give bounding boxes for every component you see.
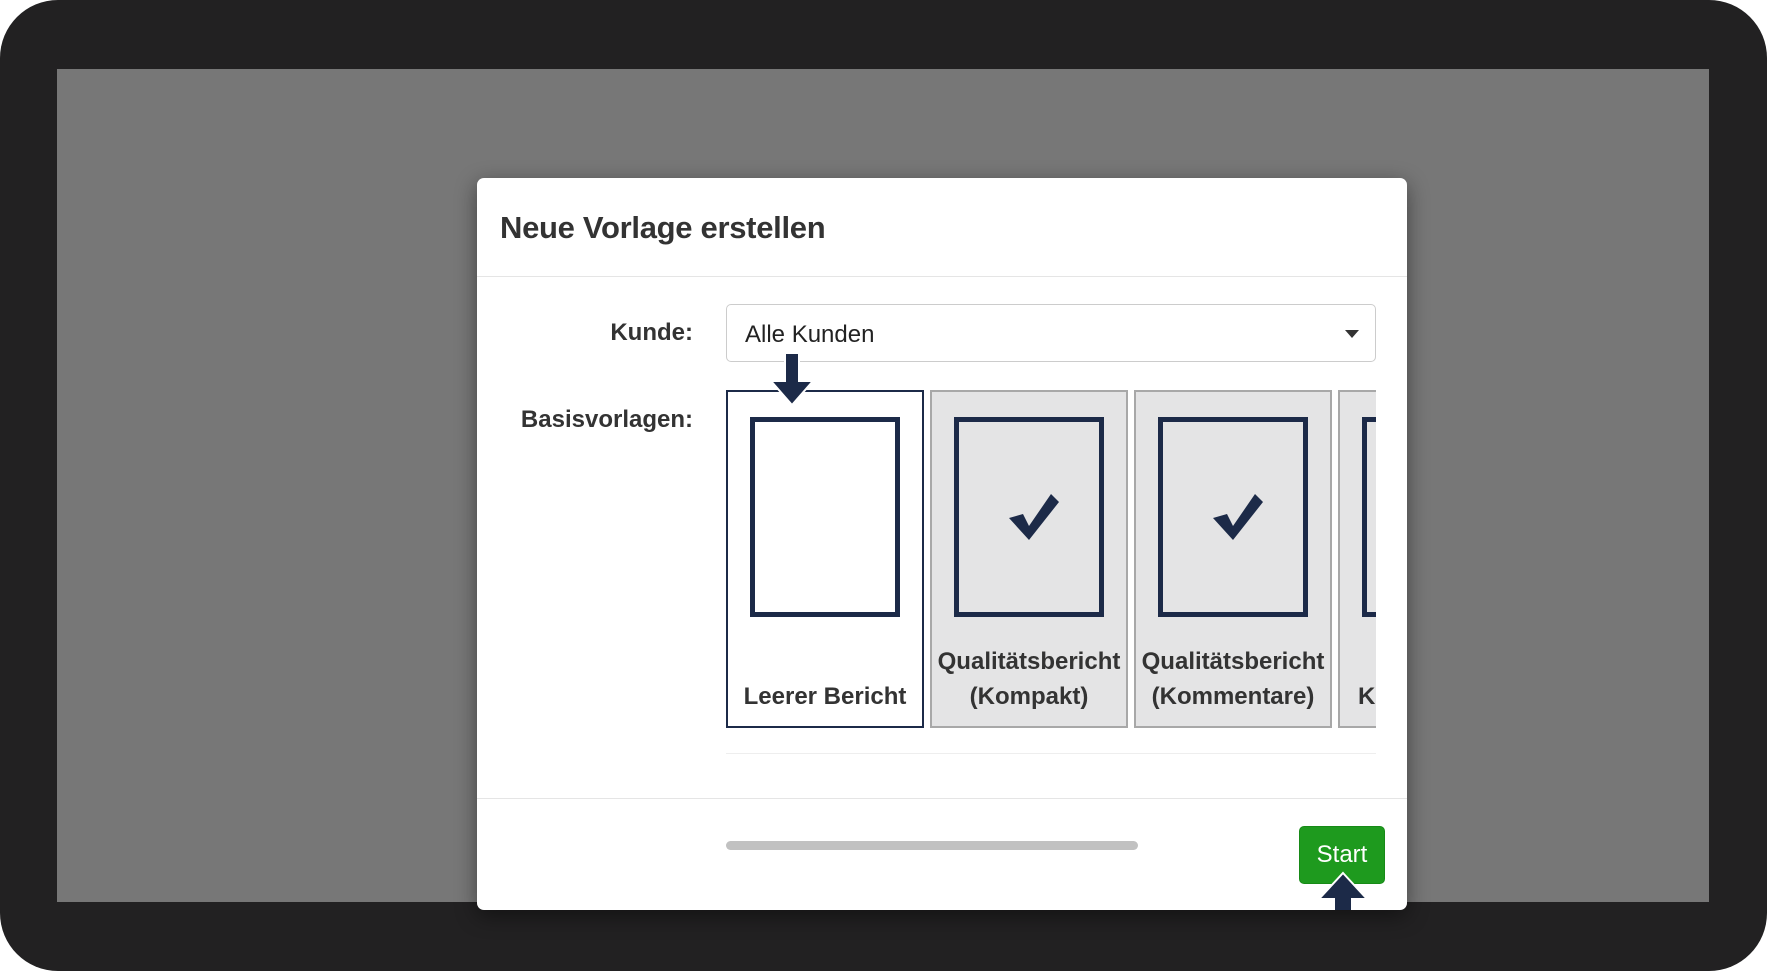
template-label-line2: (Kompakt) bbox=[969, 683, 1089, 710]
up-arrow-icon bbox=[1317, 871, 1369, 910]
dialog-header: Neue Vorlage erstellen bbox=[477, 178, 1407, 277]
template-label: K bbox=[1358, 679, 1376, 714]
template-card-qualitaetsbericht-kompakt[interactable]: Qualitätsbericht (Kompakt) bbox=[930, 390, 1128, 728]
customer-select[interactable]: Alle Kunden bbox=[726, 304, 1376, 362]
template-label-line2: K bbox=[1358, 683, 1376, 710]
customer-label: Kunde: bbox=[610, 319, 693, 346]
new-template-dialog: Neue Vorlage erstellen Kunde: Alle Kunde… bbox=[477, 178, 1407, 910]
blank-page-icon bbox=[750, 417, 900, 617]
checkmark-icon bbox=[1009, 494, 1059, 540]
template-card-leerer-bericht[interactable]: Leerer Bericht bbox=[726, 390, 924, 728]
checkmark-page-icon bbox=[954, 417, 1104, 617]
template-card-qualitaetsbericht-kommentare[interactable]: Qualitätsbericht (Kommentare) bbox=[1134, 390, 1332, 728]
template-card-partial[interactable]: K bbox=[1338, 390, 1376, 728]
template-label-line2: Leerer Bericht bbox=[743, 683, 907, 710]
customer-select-value: Alle Kunden bbox=[745, 321, 875, 348]
template-label-line1: Qualitätsbericht bbox=[937, 648, 1121, 675]
device-bezel: Neue Vorlage erstellen Kunde: Alle Kunde… bbox=[0, 0, 1767, 971]
checkmark-page-icon bbox=[1158, 417, 1308, 617]
template-label: Qualitätsbericht (Kompakt) bbox=[932, 644, 1126, 714]
template-label-line1: Qualitätsbericht bbox=[1141, 648, 1325, 675]
template-label: Leerer Bericht bbox=[728, 679, 922, 714]
dialog-footer-divider bbox=[477, 798, 1407, 799]
checkmark-icon bbox=[1213, 494, 1263, 540]
templates-scrollbar[interactable] bbox=[726, 841, 1138, 850]
template-label: Qualitätsbericht (Kommentare) bbox=[1136, 644, 1330, 714]
dialog-title: Neue Vorlage erstellen bbox=[500, 210, 826, 245]
down-arrow-icon bbox=[768, 352, 816, 407]
screen-overlay: Neue Vorlage erstellen Kunde: Alle Kunde… bbox=[57, 69, 1709, 910]
page-icon bbox=[1362, 417, 1376, 617]
templates-carousel[interactable]: Leerer Bericht Qualitätsbericht (Kompakt… bbox=[726, 390, 1376, 754]
templates-label: Basisvorlagen: bbox=[520, 406, 693, 433]
template-label-line2: (Kommentare) bbox=[1151, 683, 1315, 710]
chevron-down-icon bbox=[1345, 330, 1359, 338]
